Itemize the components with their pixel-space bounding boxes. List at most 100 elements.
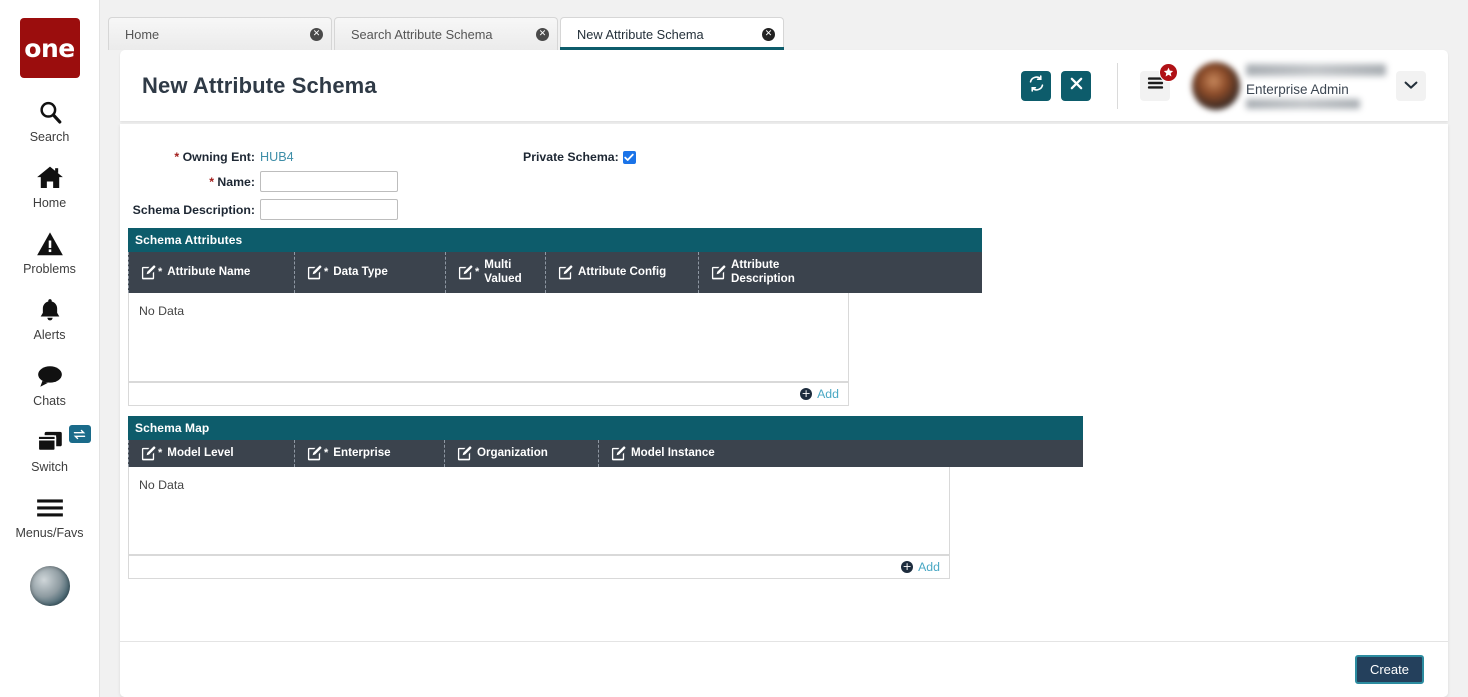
column-header-model-instance[interactable]: Model Instance [598, 439, 748, 467]
required-marker: * [158, 265, 163, 278]
schema-map-header-row: * Model Level * Enterprise Organization [128, 439, 1083, 467]
sidebar-item-label: Problems [23, 262, 76, 276]
left-sidebar: one Search Home Problems Alerts Chats Sw… [0, 0, 100, 697]
required-marker: * [324, 446, 329, 459]
sidebar-item-label: Menus/Favs [15, 526, 84, 540]
user-detail-redacted [1246, 98, 1360, 109]
logo-text: one [24, 33, 75, 63]
pencil-edit-icon [711, 265, 726, 280]
app-root: one Search Home Problems Alerts Chats Sw… [0, 0, 1468, 697]
empty-state-text: No Data [139, 303, 185, 318]
main-region: Home ✕ Search Attribute Schema ✕ New Att… [100, 0, 1468, 697]
pencil-edit-icon [558, 265, 573, 280]
schema-attributes-body: No Data [128, 292, 849, 382]
column-header-label: Model Instance [631, 446, 715, 460]
owning-ent-value[interactable]: HUB4 [260, 150, 294, 164]
avatar [1192, 61, 1240, 110]
sidebar-item-switch[interactable]: Switch [0, 425, 100, 474]
column-header-label: Enterprise [333, 446, 391, 460]
refresh-button[interactable] [1021, 70, 1051, 101]
schema-map-title: Schema Map [128, 415, 1083, 440]
add-attribute-button[interactable]: + Add [800, 387, 839, 401]
sidebar-item-label: Alerts [33, 328, 66, 342]
add-schema-map-button[interactable]: + Add [901, 560, 940, 574]
user-menu-button[interactable] [1396, 70, 1426, 101]
tab-new-attribute-schema[interactable]: New Attribute Schema ✕ [560, 17, 784, 50]
column-header-organization[interactable]: Organization [444, 439, 598, 467]
user-profile[interactable]: Enterprise Admin [1192, 61, 1426, 110]
name-input[interactable] [260, 171, 398, 192]
name-label-text: Name: [217, 174, 255, 189]
sidebar-item-search[interactable]: Search [0, 97, 100, 144]
plus-circle-icon: + [800, 387, 813, 401]
column-header-label: Data Type [333, 265, 388, 279]
bell-icon [37, 295, 63, 325]
column-header-model-level[interactable]: * Model Level [128, 439, 294, 467]
column-header-attribute-name[interactable]: * Attribute Name [128, 252, 294, 293]
column-header-label: Attribute Description [731, 258, 795, 286]
sidebar-item-label: Home [32, 196, 67, 210]
warning-triangle-icon [36, 229, 64, 259]
sidebar-item-home[interactable]: Home [0, 163, 100, 210]
pencil-edit-icon [307, 265, 322, 280]
close-circle-icon[interactable]: ✕ [310, 27, 323, 41]
hamburger-icon [35, 493, 65, 523]
private-schema-checkbox[interactable] [622, 150, 636, 164]
close-circle-icon[interactable]: ✕ [762, 27, 775, 41]
required-marker: * [324, 265, 329, 278]
column-header-data-type[interactable]: * Data Type [294, 252, 445, 293]
empty-state-text: No Data [139, 477, 185, 492]
close-button[interactable] [1061, 70, 1091, 101]
sidebar-item-problems[interactable]: Problems [0, 229, 100, 276]
page-body: * Owning Ent: HUB4 * Name: Schema Descri… [120, 124, 1448, 697]
tab-label: Home [125, 26, 160, 42]
schema-attributes-title: Schema Attributes [128, 228, 982, 252]
sidebar-item-chats[interactable]: Chats [0, 361, 100, 408]
column-header-label: Organization [477, 446, 548, 460]
schema-attributes-grid: Schema Attributes * Attribute Name * Dat… [128, 228, 982, 406]
page-header: New Attribute Schema Enterprise Admin [120, 50, 1448, 121]
column-header-multi-valued[interactable]: * Multi Valued [445, 252, 545, 293]
sidebar-item-menus-favs[interactable]: Menus/Favs [0, 493, 100, 540]
sidebar-item-alerts[interactable]: Alerts [0, 295, 100, 342]
tab-search-attribute-schema[interactable]: Search Attribute Schema ✕ [334, 17, 558, 50]
schema-map-grid: Schema Map * Model Level * Enterprise Or… [128, 415, 1083, 579]
tab-bar: Home ✕ Search Attribute Schema ✕ New Att… [100, 0, 1468, 50]
close-x-icon [1069, 76, 1084, 96]
form-footer: Create [120, 641, 1448, 697]
checkmark-icon [624, 153, 634, 162]
name-row: * Name: [120, 171, 1448, 192]
column-header-attribute-description[interactable]: Attribute Description [698, 252, 843, 293]
schema-description-label-text: Schema Description: [132, 202, 255, 217]
schema-form: * Owning Ent: HUB4 * Name: Schema Descri… [120, 124, 1448, 220]
pencil-edit-icon [141, 446, 156, 461]
column-header-enterprise[interactable]: * Enterprise [294, 439, 444, 467]
page-title: New Attribute Schema [142, 72, 377, 98]
sidebar-user-avatar[interactable] [29, 566, 70, 606]
private-schema-field: Private Schema: [523, 150, 636, 164]
create-button[interactable]: Create [1354, 655, 1424, 684]
schema-description-input[interactable] [260, 199, 398, 220]
required-marker: * [475, 265, 480, 278]
swap-arrows-icon[interactable] [68, 425, 91, 443]
schema-attributes-footer: + Add [128, 381, 849, 406]
chevron-down-icon [1404, 77, 1418, 95]
header-divider [1117, 62, 1118, 109]
pencil-edit-icon [458, 265, 473, 280]
owning-ent-label-text: Owning Ent: [182, 150, 255, 164]
private-schema-label: Private Schema: [523, 150, 619, 164]
user-role-label: Enterprise Admin [1246, 81, 1349, 97]
column-header-label: Attribute Config [578, 265, 667, 279]
required-marker: * [158, 446, 163, 459]
close-circle-icon[interactable]: ✕ [536, 27, 549, 41]
tab-label: Search Attribute Schema [351, 26, 493, 42]
header-menu-button[interactable] [1140, 62, 1178, 101]
refresh-icon [1028, 74, 1045, 97]
pencil-edit-icon [457, 446, 472, 461]
star-icon [1159, 62, 1178, 82]
pencil-edit-icon [611, 446, 626, 461]
tab-home[interactable]: Home ✕ [108, 17, 332, 50]
column-header-attribute-config[interactable]: Attribute Config [545, 252, 698, 293]
user-meta: Enterprise Admin [1236, 62, 1388, 110]
app-logo[interactable]: one [19, 18, 80, 78]
